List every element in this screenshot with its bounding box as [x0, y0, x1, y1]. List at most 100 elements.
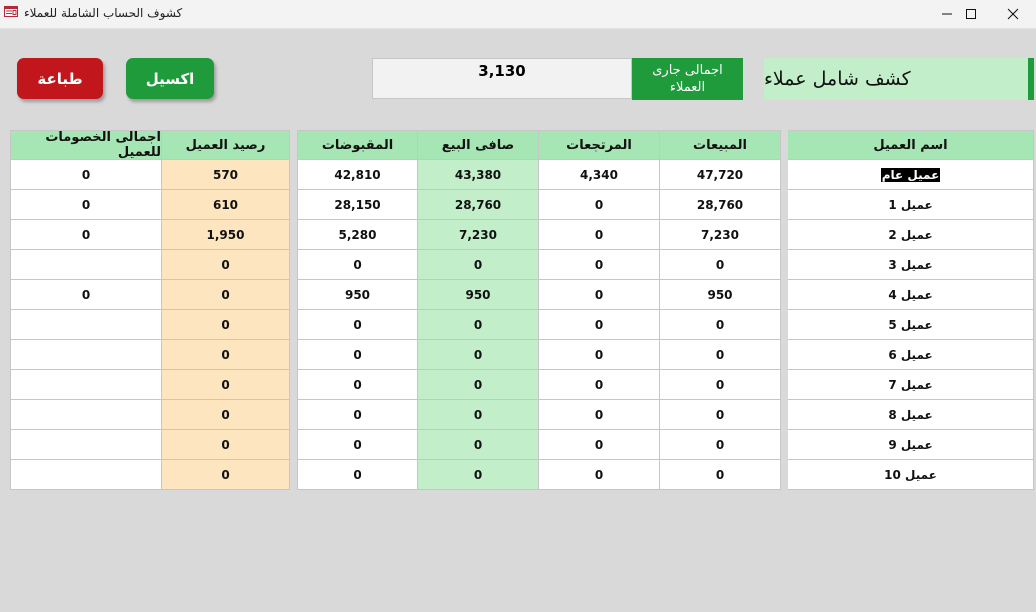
- print-button[interactable]: طباعة: [17, 58, 103, 99]
- cell-net-sales[interactable]: 0: [418, 400, 539, 430]
- balances-table-row[interactable]: 0 570: [10, 160, 290, 190]
- cell-net-sales[interactable]: 0: [418, 370, 539, 400]
- cell-total-discounts[interactable]: [10, 430, 162, 460]
- cell-customer-name[interactable]: عميل 7: [788, 370, 1034, 400]
- customers-table-row[interactable]: 0 0 0 0 عميل 7: [297, 370, 1034, 400]
- cell-returns[interactable]: 4,340: [539, 160, 660, 190]
- cell-total-discounts[interactable]: [10, 370, 162, 400]
- cell-customer-balance[interactable]: 0: [162, 280, 290, 310]
- cell-returns[interactable]: 0: [539, 370, 660, 400]
- cell-receipts[interactable]: 42,810: [297, 160, 418, 190]
- balances-table-row[interactable]: 0: [10, 460, 290, 490]
- cell-receipts[interactable]: 0: [297, 430, 418, 460]
- cell-customer-balance[interactable]: 0: [162, 430, 290, 460]
- cell-receipts[interactable]: 28,150: [297, 190, 418, 220]
- cell-total-discounts[interactable]: [10, 310, 162, 340]
- cell-returns[interactable]: 0: [539, 190, 660, 220]
- cell-sales[interactable]: 0: [660, 250, 781, 280]
- cell-sales[interactable]: 28,760: [660, 190, 781, 220]
- balances-table-row[interactable]: 0: [10, 310, 290, 340]
- cell-sales[interactable]: 0: [660, 310, 781, 340]
- customers-table-row[interactable]: 0 0 0 0 عميل 9: [297, 430, 1034, 460]
- cell-customer-balance[interactable]: 0: [162, 340, 290, 370]
- cell-customer-balance[interactable]: 0: [162, 310, 290, 340]
- cell-total-discounts[interactable]: 0: [10, 160, 162, 190]
- cell-net-sales[interactable]: 0: [418, 430, 539, 460]
- cell-net-sales[interactable]: 0: [418, 310, 539, 340]
- column-header-customer-name[interactable]: اسم العميل: [788, 130, 1034, 160]
- cell-sales[interactable]: 0: [660, 340, 781, 370]
- cell-net-sales[interactable]: 43,380: [418, 160, 539, 190]
- customers-table-row[interactable]: 0 0 0 0 عميل 5: [297, 310, 1034, 340]
- cell-total-discounts[interactable]: [10, 250, 162, 280]
- cell-total-discounts[interactable]: [10, 340, 162, 370]
- cell-receipts[interactable]: 0: [297, 370, 418, 400]
- cell-customer-balance[interactable]: 0: [162, 370, 290, 400]
- cell-sales[interactable]: 47,720: [660, 160, 781, 190]
- cell-sales[interactable]: 0: [660, 370, 781, 400]
- cell-returns[interactable]: 0: [539, 220, 660, 250]
- cell-customer-name[interactable]: عميل 9: [788, 430, 1034, 460]
- balances-table-row[interactable]: 0: [10, 430, 290, 460]
- cell-receipts[interactable]: 0: [297, 310, 418, 340]
- column-header-net-sales[interactable]: صافى البيع: [418, 130, 539, 160]
- cell-customer-balance[interactable]: 1,950: [162, 220, 290, 250]
- cell-customer-balance[interactable]: 0: [162, 400, 290, 430]
- customers-table-row[interactable]: 0 0 0 0 عميل 6: [297, 340, 1034, 370]
- cell-customer-balance[interactable]: 570: [162, 160, 290, 190]
- customers-table-row[interactable]: 0 0 0 0 عميل 3: [297, 250, 1034, 280]
- cell-customer-balance[interactable]: 610: [162, 190, 290, 220]
- balances-table-row[interactable]: 0: [10, 250, 290, 280]
- customers-table-row[interactable]: 0 0 0 0 عميل 10: [297, 460, 1034, 490]
- cell-customer-balance[interactable]: 0: [162, 250, 290, 280]
- cell-returns[interactable]: 0: [539, 310, 660, 340]
- customers-table-row[interactable]: 28,150 28,760 0 28,760 عميل 1: [297, 190, 1034, 220]
- cell-net-sales[interactable]: 7,230: [418, 220, 539, 250]
- customers-table-row[interactable]: 950 950 0 950 عميل 4: [297, 280, 1034, 310]
- cell-total-discounts[interactable]: [10, 400, 162, 430]
- cell-returns[interactable]: 0: [539, 340, 660, 370]
- cell-sales[interactable]: 950: [660, 280, 781, 310]
- column-header-total-discounts[interactable]: اجمالى الخصومات للعميل: [10, 130, 162, 160]
- cell-customer-name[interactable]: عميل 1: [788, 190, 1034, 220]
- column-header-receipts[interactable]: المقبوضات: [297, 130, 418, 160]
- cell-customer-name[interactable]: عميل 3: [788, 250, 1034, 280]
- balances-table-row[interactable]: 0 610: [10, 190, 290, 220]
- cell-sales[interactable]: 0: [660, 460, 781, 490]
- cell-receipts[interactable]: 950: [297, 280, 418, 310]
- cell-customer-name[interactable]: عميل 8: [788, 400, 1034, 430]
- customers-table-row[interactable]: 0 0 0 0 عميل 8: [297, 400, 1034, 430]
- balances-table-row[interactable]: 0: [10, 400, 290, 430]
- cell-customer-name[interactable]: عميل 6: [788, 340, 1034, 370]
- customers-table-row[interactable]: 42,810 43,380 4,340 47,720 عميل عام: [297, 160, 1034, 190]
- cell-net-sales[interactable]: 0: [418, 250, 539, 280]
- balances-table-row[interactable]: 0: [10, 340, 290, 370]
- cell-sales[interactable]: 0: [660, 400, 781, 430]
- customers-table-row[interactable]: 5,280 7,230 0 7,230 عميل 2: [297, 220, 1034, 250]
- balances-table-row[interactable]: 00: [10, 280, 290, 310]
- cell-returns[interactable]: 0: [539, 250, 660, 280]
- close-button[interactable]: [990, 0, 1036, 28]
- cell-customer-name[interactable]: عميل 10: [788, 460, 1034, 490]
- cell-net-sales[interactable]: 950: [418, 280, 539, 310]
- cell-total-discounts[interactable]: 0: [10, 190, 162, 220]
- excel-export-button[interactable]: اكسيل: [126, 58, 214, 99]
- cell-customer-name[interactable]: عميل 4: [788, 280, 1034, 310]
- cell-customer-name[interactable]: عميل 2: [788, 220, 1034, 250]
- balances-table-row[interactable]: 0 1,950: [10, 220, 290, 250]
- cell-receipts[interactable]: 0: [297, 460, 418, 490]
- cell-net-sales[interactable]: 0: [418, 340, 539, 370]
- cell-net-sales[interactable]: 0: [418, 460, 539, 490]
- cell-returns[interactable]: 0: [539, 430, 660, 460]
- cell-receipts[interactable]: 0: [297, 400, 418, 430]
- column-header-returns[interactable]: المرتجعات: [539, 130, 660, 160]
- cell-returns[interactable]: 0: [539, 280, 660, 310]
- maximize-button[interactable]: [948, 0, 994, 28]
- cell-sales[interactable]: 7,230: [660, 220, 781, 250]
- balances-table-row[interactable]: 0: [10, 370, 290, 400]
- cell-customer-name[interactable]: عميل عام: [788, 160, 1034, 190]
- cell-customer-balance[interactable]: 0: [162, 460, 290, 490]
- cell-total-discounts[interactable]: [10, 460, 162, 490]
- column-header-customer-balance[interactable]: رصيد العميل: [162, 130, 290, 160]
- cell-receipts[interactable]: 0: [297, 340, 418, 370]
